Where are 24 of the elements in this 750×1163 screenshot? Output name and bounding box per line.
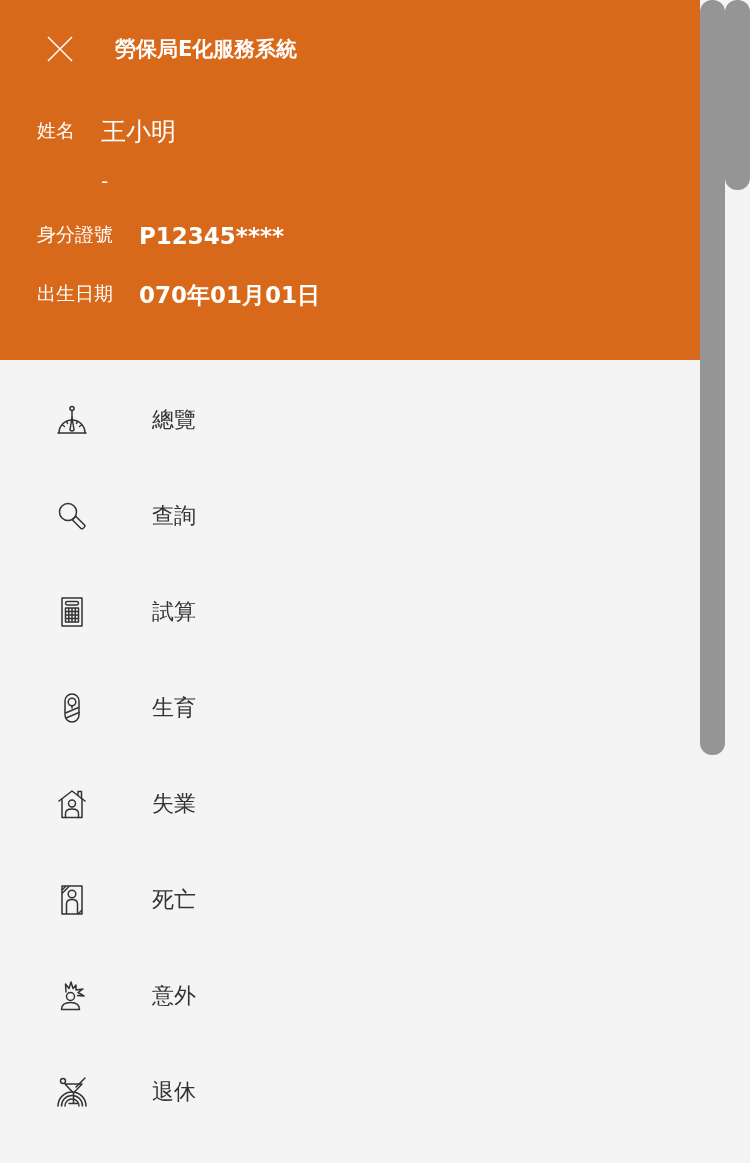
scrollbar-thumb[interactable] <box>700 0 725 755</box>
menu-item[interactable]: 死亡 <box>0 852 700 948</box>
app-title: 勞保局E化服務系統 <box>115 36 298 63</box>
house-person-icon <box>56 788 88 820</box>
profile-value: P12345**** <box>139 222 284 251</box>
menu-item[interactable]: 生育 <box>0 660 700 756</box>
menu-item[interactable]: 意外 <box>0 948 700 1044</box>
profile-label: 出生日期 <box>37 281 113 306</box>
profile-value: 王小明 <box>101 116 176 148</box>
profile-value: 070年01月01日 <box>139 281 321 310</box>
search-icon <box>56 500 88 532</box>
profile-label: 姓名 <box>37 118 75 143</box>
menu-item[interactable]: 退休 <box>0 1044 700 1140</box>
menu-item[interactable]: 試算 <box>0 564 700 660</box>
close-icon <box>47 36 73 62</box>
close-button[interactable] <box>45 34 75 64</box>
cocktail-icon <box>56 1076 88 1108</box>
gauge-icon <box>56 404 88 436</box>
profile-label: 身分證號 <box>37 222 113 247</box>
scrollbar-thumb[interactable] <box>725 0 750 190</box>
profile-value: - <box>101 168 109 195</box>
menu-item[interactable]: 失業 <box>0 756 700 852</box>
menu-item[interactable]: 查詢 <box>0 468 700 564</box>
menu-item[interactable]: 總覽 <box>0 372 700 468</box>
